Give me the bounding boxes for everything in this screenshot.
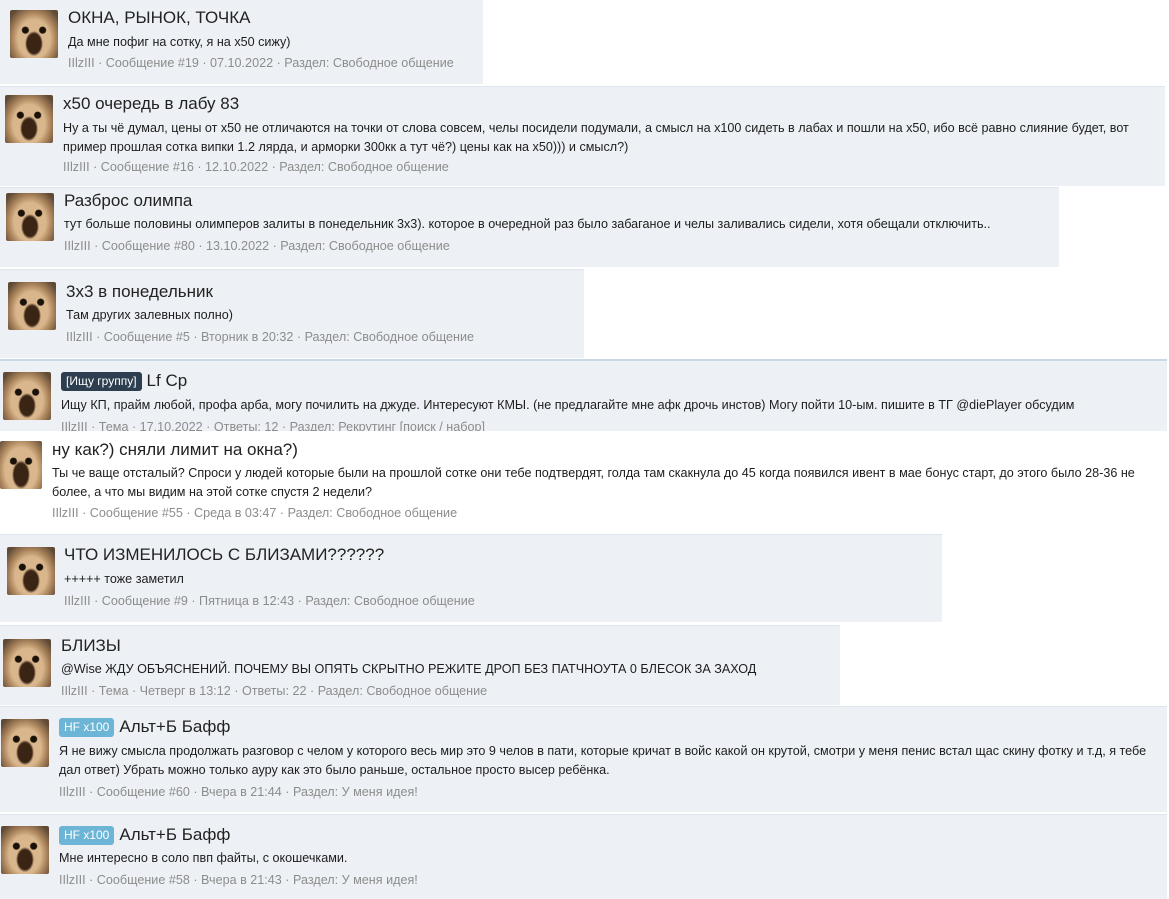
meta-forum[interactable]: Раздел: Свободное общение bbox=[279, 160, 448, 174]
avatar[interactable] bbox=[3, 639, 51, 687]
search-result-2: х50 очередь в лабу 83 Ну а ты чё думал, … bbox=[0, 86, 1165, 186]
search-result-6: ну как?) сняли лимит на окна?) Ты че ващ… bbox=[0, 431, 1163, 533]
result-snippet: тут больше половины олимперов залиты в п… bbox=[64, 217, 991, 231]
meta-date: Вторник в 20:32 bbox=[201, 330, 294, 344]
meta-forum[interactable]: Раздел: Свободное общение bbox=[305, 594, 474, 608]
result-meta: IIlzIII · Тема · Четверг в 13:12 · Ответ… bbox=[61, 684, 488, 698]
result-meta: IIlzIII · Сообщение #55 · Среда в 03:47 … bbox=[52, 506, 458, 520]
result-snippet: @Wise ЖДУ ОБЪЯСНЕНИЙ. ПОЧЕМУ ВЫ ОПЯТЬ СК… bbox=[61, 662, 757, 676]
result-title-text[interactable]: Альт+Б Бафф bbox=[119, 825, 230, 844]
avatar[interactable] bbox=[3, 372, 51, 420]
result-title-text[interactable]: Lf Cp bbox=[147, 371, 188, 390]
search-result-9: HF x100 Альт+Б Бафф Я не вижу смысла прод… bbox=[0, 706, 1167, 812]
search-result-1: ОКНА, РЫНОК, ТОЧКА Да мне пофиг на сотку… bbox=[0, 0, 483, 84]
result-title[interactable]: 3х3 в понедельник bbox=[66, 282, 213, 302]
meta-forum[interactable]: Раздел: Свободное общение bbox=[280, 239, 449, 253]
meta-type: Сообщение #16 bbox=[100, 160, 194, 174]
meta-date: 13.10.2022 bbox=[206, 239, 270, 253]
result-snippet: Ты че ваще отсталый? Спроси у людей кото… bbox=[52, 466, 1135, 499]
avatar[interactable] bbox=[8, 282, 56, 330]
meta-date: Среда в 03:47 bbox=[194, 506, 277, 520]
meta-type: Сообщение #19 bbox=[105, 56, 199, 70]
result-snippet: Там других залевных полно) bbox=[66, 308, 233, 322]
avatar[interactable] bbox=[6, 193, 54, 241]
meta-type: Сообщение #5 bbox=[103, 330, 190, 344]
meta-type: Сообщение #55 bbox=[89, 506, 183, 520]
result-meta: IIlzIII · Сообщение #9 · Пятница в 12:43… bbox=[64, 594, 475, 608]
avatar[interactable] bbox=[5, 95, 53, 143]
result-title-text[interactable]: Альт+Б Бафф bbox=[119, 717, 230, 736]
meta-date: Пятница в 12:43 bbox=[199, 594, 295, 608]
avatar[interactable] bbox=[7, 547, 55, 595]
result-title[interactable]: HF x100 Альт+Б Бафф bbox=[59, 717, 230, 737]
result-title[interactable]: ну как?) сняли лимит на окна?) bbox=[52, 440, 298, 460]
meta-author[interactable]: IIlzIII bbox=[66, 330, 93, 344]
search-result-5: [Ищу группу] Lf Cp Ищу КП, прайм любой, п… bbox=[0, 359, 1167, 431]
result-title[interactable]: ЧТО ИЗМЕНИЛОСЬ С БЛИЗАМИ?????? bbox=[64, 545, 384, 565]
meta-forum[interactable]: Раздел: У меня идея! bbox=[293, 785, 418, 799]
avatar[interactable] bbox=[0, 441, 42, 489]
result-meta: IIlzIII · Сообщение #60 · Вчера в 21:44 … bbox=[59, 785, 418, 799]
result-meta: IIlzIII · Сообщение #16 · 12.10.2022 · Р… bbox=[63, 160, 449, 174]
meta-type: Сообщение #9 bbox=[101, 594, 188, 608]
meta-author[interactable]: IIlzIII bbox=[61, 684, 88, 698]
avatar[interactable] bbox=[1, 826, 49, 874]
result-snippet: +++++ тоже заметил bbox=[64, 572, 184, 586]
meta-author[interactable]: IIlzIII bbox=[61, 420, 88, 431]
meta-type: Сообщение #80 bbox=[101, 239, 195, 253]
result-meta: IIlzIII · Сообщение #80 · 13.10.2022 · Р… bbox=[64, 239, 450, 253]
meta-date: 17.10.2022 bbox=[139, 420, 203, 431]
avatar[interactable] bbox=[10, 10, 58, 58]
result-snippet: Я не вижу смысла продолжать разговор с ч… bbox=[59, 744, 1147, 777]
meta-author[interactable]: IIlzIII bbox=[64, 239, 91, 253]
result-snippet: Мне интересно в соло пвп файты, с окошеч… bbox=[59, 851, 348, 865]
result-meta: IIlzIII · Сообщение #58 · Вчера в 21:43 … bbox=[59, 873, 418, 887]
result-snippet: Ищу КП, прайм любой, профа арба, могу по… bbox=[61, 398, 1075, 412]
search-result-4: 3х3 в понедельник Там других залевных по… bbox=[0, 269, 584, 358]
search-result-10: HF x100 Альт+Б Бафф Мне интересно в соло … bbox=[0, 814, 1167, 899]
meta-date: 07.10.2022 bbox=[210, 56, 274, 70]
result-snippet: Да мне пофиг на сотку, я на х50 сижу) bbox=[68, 35, 291, 49]
meta-forum[interactable]: Раздел: Свободное общение bbox=[284, 56, 453, 70]
meta-type: Сообщение #60 bbox=[96, 785, 190, 799]
meta-forum[interactable]: Раздел: Рекрутинг [поиск / набор] bbox=[290, 420, 485, 431]
result-title[interactable]: ОКНА, РЫНОК, ТОЧКА bbox=[68, 8, 250, 28]
result-title[interactable]: БЛИЗЫ bbox=[61, 636, 121, 656]
meta-author[interactable]: IIlzIII bbox=[68, 56, 95, 70]
prefix-label[interactable]: HF x100 bbox=[59, 826, 115, 845]
meta-forum[interactable]: Раздел: Свободное общение bbox=[305, 330, 474, 344]
meta-forum[interactable]: Раздел: У меня идея! bbox=[293, 873, 418, 887]
meta-date: Вчера в 21:43 bbox=[201, 873, 282, 887]
search-result-7: ЧТО ИЗМЕНИЛОСЬ С БЛИЗАМИ?????? +++++ тож… bbox=[0, 534, 942, 622]
search-result-8: БЛИЗЫ @Wise ЖДУ ОБЪЯСНЕНИЙ. ПОЧЕМУ ВЫ ОП… bbox=[0, 625, 840, 705]
result-meta: IIlzIII · Сообщение #5 · Вторник в 20:32… bbox=[66, 330, 475, 344]
result-meta: IIlzIII · Сообщение #19 · 07.10.2022 · Р… bbox=[68, 56, 454, 70]
meta-replies: Ответы: 22 bbox=[241, 684, 307, 698]
result-title[interactable]: [Ищу группу] Lf Cp bbox=[61, 371, 187, 391]
meta-author[interactable]: IIlzIII bbox=[59, 785, 86, 799]
meta-author[interactable]: IIlzIII bbox=[64, 594, 91, 608]
prefix-label[interactable]: [Ищу группу] bbox=[61, 372, 142, 391]
meta-date: Вчера в 21:44 bbox=[201, 785, 282, 799]
meta-author[interactable]: IIlzIII bbox=[63, 160, 90, 174]
search-result-3: Разброс олимпа тут больше половины олимп… bbox=[0, 187, 1059, 267]
meta-author[interactable]: IIlzIII bbox=[59, 873, 86, 887]
meta-type: Тема bbox=[98, 684, 129, 698]
result-title[interactable]: х50 очередь в лабу 83 bbox=[63, 94, 239, 114]
meta-type: Тема bbox=[98, 420, 129, 431]
meta-date: 12.10.2022 bbox=[205, 160, 269, 174]
meta-author[interactable]: IIlzIII bbox=[52, 506, 79, 520]
result-meta: IIlzIII · Тема · 17.10.2022 · Ответы: 12… bbox=[61, 419, 485, 431]
meta-replies: Ответы: 12 bbox=[213, 420, 279, 431]
result-title[interactable]: Разброс олимпа bbox=[64, 191, 192, 211]
prefix-label[interactable]: HF x100 bbox=[59, 718, 115, 737]
meta-forum[interactable]: Раздел: Свободное общение bbox=[288, 506, 457, 520]
result-title[interactable]: HF x100 Альт+Б Бафф bbox=[59, 825, 230, 845]
avatar[interactable] bbox=[1, 719, 49, 767]
meta-forum[interactable]: Раздел: Свободное общение bbox=[318, 684, 487, 698]
result-snippet: Ну а ты чё думал, цены от х50 не отличаю… bbox=[63, 121, 1129, 154]
meta-date: Четверг в 13:12 bbox=[139, 684, 231, 698]
meta-type: Сообщение #58 bbox=[96, 873, 190, 887]
